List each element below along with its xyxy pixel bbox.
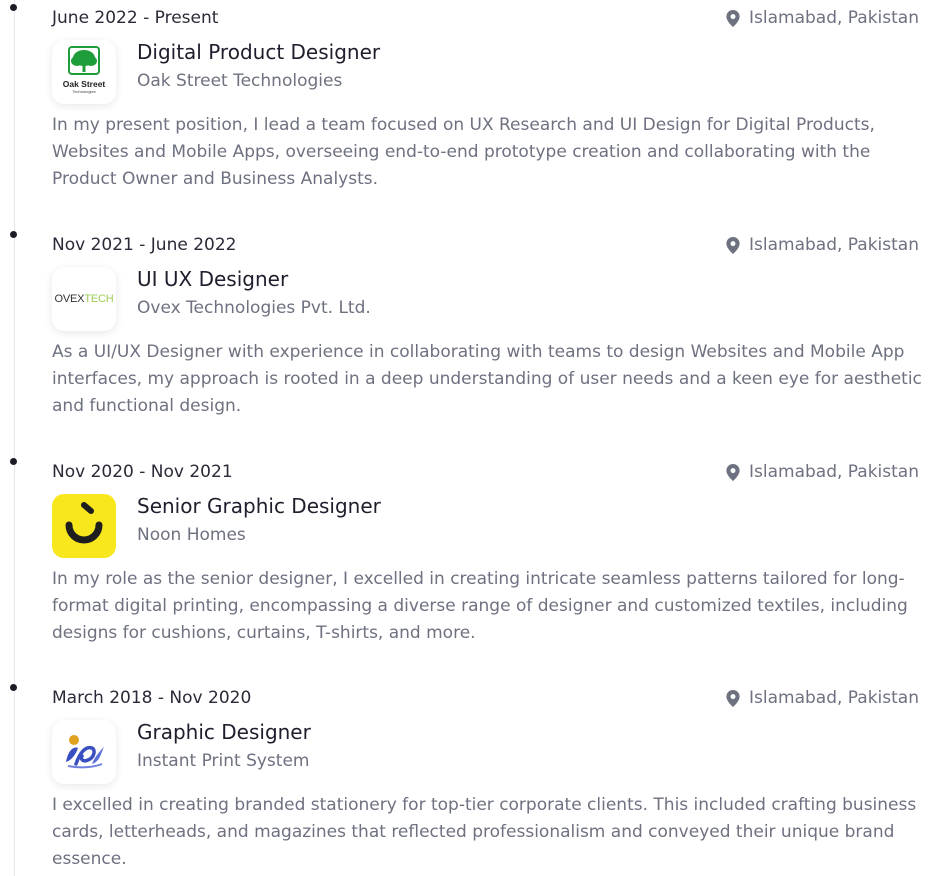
map-pin-icon	[726, 463, 740, 481]
company-logo: OVEXTECH	[52, 267, 116, 331]
ips-logo-icon	[66, 735, 104, 769]
map-pin-icon	[726, 236, 740, 254]
job-title: Senior Graphic Designer	[137, 494, 381, 518]
job-description: I excelled in creating branded stationer…	[52, 795, 917, 869]
noon-logo-icon	[65, 502, 103, 544]
job-description: In my present position, I lead a team fo…	[52, 115, 875, 189]
date-range: June 2022 - Present	[52, 8, 219, 28]
map-pin-icon	[726, 9, 740, 27]
date-range: Nov 2021 - June 2022	[52, 235, 237, 255]
timeline-dot	[10, 458, 17, 465]
location-label: Islamabad, Pakistan	[749, 688, 919, 708]
timeline-dot	[10, 231, 17, 238]
experience-timeline: June 2022 - Present Islamabad, Pakistan …	[0, 0, 938, 876]
location: Islamabad, Pakistan	[726, 461, 919, 483]
company-logo	[52, 494, 116, 558]
job-description: As a UI/UX Designer with experience in c…	[52, 342, 922, 416]
location-label: Islamabad, Pakistan	[749, 462, 919, 482]
map-pin-icon	[726, 689, 740, 707]
company-name: Instant Print System	[137, 751, 310, 771]
job-title: Digital Product Designer	[137, 40, 381, 64]
job-title: UI UX Designer	[137, 267, 289, 291]
timeline-dot	[10, 4, 17, 11]
date-range: Nov 2020 - Nov 2021	[52, 462, 233, 482]
company-logo: Oak Street Technologies	[52, 40, 116, 104]
company-name: Oak Street Technologies	[137, 71, 343, 91]
company-name: Noon Homes	[137, 525, 246, 545]
oak-tree-logo-icon	[68, 46, 100, 75]
logo-wordmark: Oak Street	[62, 79, 106, 89]
location-label: Islamabad, Pakistan	[749, 8, 919, 28]
timeline-dot	[10, 684, 17, 691]
ovex-logo-icon: OVEXTECH	[54, 293, 114, 305]
job-description: In my role as the senior designer, I exc…	[52, 569, 908, 643]
company-name: Ovex Technologies Pvt. Ltd.	[137, 298, 371, 318]
logo-subtext: Technologies	[72, 89, 96, 94]
location: Islamabad, Pakistan	[726, 687, 919, 709]
timeline-line	[14, 0, 15, 876]
location-label: Islamabad, Pakistan	[749, 235, 919, 255]
job-title: Graphic Designer	[137, 720, 311, 744]
location: Islamabad, Pakistan	[726, 7, 919, 29]
date-range: March 2018 - Nov 2020	[52, 688, 252, 708]
company-logo	[52, 720, 116, 784]
location: Islamabad, Pakistan	[726, 234, 919, 256]
